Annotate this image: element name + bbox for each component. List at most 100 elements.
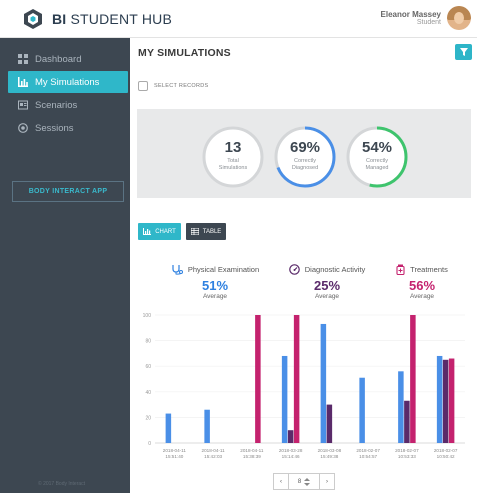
top-header: BI STUDENT HUB Eleanor Massey Student <box>0 0 477 38</box>
stat-ring <box>202 126 264 188</box>
x-tick-label-date: 2018-02-07 <box>395 448 419 453</box>
target-icon <box>18 123 28 133</box>
brand-bold: BI <box>52 11 67 27</box>
x-tick-label-date: 2018-03-28 <box>279 448 303 453</box>
tab-table[interactable]: TABLE <box>186 223 226 240</box>
grid-icon <box>18 54 28 64</box>
sidebar-item-scenarios[interactable]: Scenarios <box>8 94 128 116</box>
pagination: ‹ 8 › <box>273 473 336 490</box>
filter-icon <box>459 48 468 56</box>
x-tick-label-date: 2018-04-11 <box>202 448 226 453</box>
select-records-checkbox[interactable] <box>138 81 148 91</box>
brand-rest: STUDENT HUB <box>66 11 173 27</box>
stat-value: 13 <box>224 139 242 156</box>
bar-chart-icon <box>143 228 152 235</box>
metric-label: Treatments <box>410 265 448 274</box>
body-interact-app-button[interactable]: BODY INTERACT APP <box>12 181 124 202</box>
y-tick-label: 40 <box>145 390 151 396</box>
next-page-button[interactable]: › <box>319 473 335 490</box>
x-tick-label-time: 10:54:57 <box>359 454 377 459</box>
page-select[interactable]: 8 <box>289 473 319 490</box>
y-tick-label: 60 <box>145 364 151 370</box>
bar-diagnostic-activity <box>287 430 294 443</box>
metric-physical-examination: Physical Examination 51% Average <box>160 264 270 300</box>
metric-value: 56% <box>408 278 436 293</box>
simulations-bar-chart: 0204060801002018-04-1115:51:402018-04-11… <box>143 313 465 459</box>
sidebar-item-label: Scenarios <box>35 99 78 111</box>
x-tick-label-time: 15:51:40 <box>165 454 183 459</box>
medicine-bottle-icon <box>396 264 405 275</box>
bar-physical-examination <box>398 371 404 443</box>
gauge-icon <box>288 264 300 275</box>
select-records-row[interactable]: SELECT RECORDS <box>138 81 209 91</box>
x-tick-label-time: 15:49:38 <box>320 454 338 459</box>
stat-value: 54% <box>361 139 393 156</box>
x-tick-label-date: 2018-02-07 <box>356 448 380 453</box>
x-tick-label-date: 2018-04-11 <box>240 448 264 453</box>
sidebar-item-my-simulations[interactable]: My Simulations <box>8 71 128 93</box>
y-tick-label: 80 <box>145 339 151 345</box>
x-tick-label-date: 2018-02-07 <box>434 448 458 453</box>
bar-physical-examination <box>320 323 327 443</box>
bar-diagnostic-activity <box>404 400 410 443</box>
bar-physical-examination <box>359 377 365 443</box>
bar-diagnostic-activity <box>326 404 333 443</box>
bar-physical-examination <box>165 413 172 443</box>
x-tick-label-date: 2018-04-11 <box>163 448 187 453</box>
sidebar-item-dashboard[interactable]: Dashboard <box>8 48 128 70</box>
x-tick-label-time: 10:53:33 <box>398 454 416 459</box>
x-tick-label-time: 10:50:42 <box>437 454 455 459</box>
select-records-label: SELECT RECORDS <box>154 83 209 89</box>
metric-average-label: Average <box>202 293 228 300</box>
sidebar: Dashboard My Simulations Scenarios Sessi… <box>0 38 130 493</box>
stat-ring <box>274 126 336 188</box>
table-icon <box>190 228 199 235</box>
metric-treatments: Treatments 56% Average <box>367 264 477 300</box>
stat-ring <box>346 126 408 188</box>
stat-correctly-diagnosed: 69% Correctly Diagnosed <box>273 125 337 189</box>
metric-value: 51% <box>201 278 229 293</box>
stat-total-simulations: 13 Total Simulations <box>201 125 265 189</box>
stethoscope-icon <box>172 265 183 275</box>
app-brand[interactable]: BI STUDENT HUB <box>52 11 172 27</box>
stats-panel: 13 Total Simulations 69% Correctly Diagnos… <box>137 109 471 198</box>
y-tick-label: 100 <box>143 313 152 319</box>
avatar[interactable] <box>447 6 471 30</box>
bar-chart-icon <box>18 77 28 87</box>
scenario-card-icon <box>18 100 28 110</box>
bar-treatments <box>293 315 300 443</box>
user-name: Eleanor Massey <box>380 10 441 19</box>
updown-icon <box>304 477 311 486</box>
copyright: © 2017 Body Interact <box>38 481 86 487</box>
sidebar-item-label: My Simulations <box>35 76 100 88</box>
sidebar-item-sessions[interactable]: Sessions <box>8 117 128 139</box>
x-tick-label-date: 2018-03-08 <box>318 448 342 453</box>
page-title: MY SIMULATIONS <box>138 47 231 59</box>
bar-treatments <box>255 315 261 443</box>
stat-label: Correctly Diagnosed <box>291 158 319 171</box>
metric-label: Diagnostic Activity <box>304 265 366 274</box>
user-info[interactable]: Eleanor Massey Student <box>381 10 441 26</box>
y-tick-label: 0 <box>148 441 151 447</box>
bar-diagnostic-activity <box>442 359 449 443</box>
stat-value: 69% <box>289 139 321 156</box>
tab-chart-label: CHART <box>155 228 176 235</box>
metric-label: Physical Examination <box>187 265 260 274</box>
x-tick-label-time: 15:14:46 <box>282 454 300 459</box>
bi-logo-icon <box>24 9 42 29</box>
metric-average-label: Average <box>409 293 435 300</box>
x-tick-label-time: 15:38:39 <box>243 454 261 459</box>
stat-label: Total Simulations <box>218 158 248 171</box>
metric-value: 25% <box>313 278 341 293</box>
metric-average-label: Average <box>314 293 340 300</box>
stat-label: Correctly Managed <box>365 158 389 171</box>
sidebar-item-label: Sessions <box>35 122 74 134</box>
tab-chart[interactable]: CHART <box>138 223 181 240</box>
bar-treatments <box>448 358 455 443</box>
sidebar-item-label: Dashboard <box>35 53 82 65</box>
filter-button[interactable] <box>455 44 472 60</box>
y-tick-label: 20 <box>145 415 151 421</box>
prev-page-button[interactable]: ‹ <box>273 473 289 490</box>
bar-physical-examination <box>204 409 210 443</box>
bar-physical-examination <box>281 355 288 443</box>
